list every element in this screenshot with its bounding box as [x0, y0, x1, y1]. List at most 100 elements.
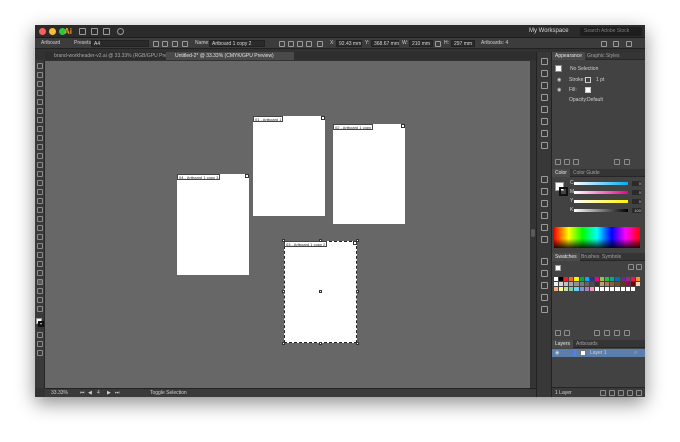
color-swatch[interactable]: [584, 287, 589, 291]
x-field[interactable]: 92.43 mm: [336, 40, 362, 47]
color-swatch[interactable]: [615, 277, 620, 281]
artboard-4[interactable]: 04 - Artboard 1 copy 3: [177, 174, 249, 275]
move-copy-artwork-icon[interactable]: [279, 41, 285, 47]
tab-brand-workheader[interactable]: brand-workheader-v2.ai @ 33.33% (RGB/GPU…: [45, 52, 179, 60]
color-swatch[interactable]: [584, 277, 589, 281]
layer-visibility-eye-icon[interactable]: ◉: [555, 350, 559, 356]
color-swatch[interactable]: [594, 287, 600, 291]
color-swatch[interactable]: [600, 277, 605, 281]
paintbrush-tool-icon[interactable]: [37, 144, 43, 150]
prev-page-icon[interactable]: ◀: [88, 390, 92, 396]
color-swatch[interactable]: [620, 287, 625, 291]
lasso-tool-icon[interactable]: [37, 90, 43, 96]
info-icon[interactable]: [541, 270, 548, 277]
artboard-1[interactable]: 01 - Artboard 1: [253, 116, 325, 216]
new-artboard-icon[interactable]: [172, 41, 178, 47]
color-swatch[interactable]: [554, 282, 559, 286]
hand-tool-icon[interactable]: [37, 297, 43, 303]
color-swatch[interactable]: [584, 282, 589, 286]
blend-tool-icon[interactable]: [37, 252, 43, 258]
cyan-value[interactable]: 0: [632, 181, 641, 186]
curvature-tool-icon[interactable]: [37, 108, 43, 114]
color-swatch[interactable]: [610, 277, 615, 281]
color-swatch[interactable]: [615, 282, 620, 286]
color-swatch[interactable]: [559, 277, 564, 281]
color-swatch[interactable]: [564, 282, 569, 286]
magenta-slider[interactable]: [574, 191, 628, 194]
artboard-options-icon[interactable]: [245, 174, 249, 178]
tab-color-guide[interactable]: Color Guide: [570, 169, 603, 177]
color-swatch[interactable]: [554, 287, 559, 291]
color-swatch[interactable]: [620, 282, 625, 286]
actions-icon[interactable]: [541, 282, 548, 289]
color-swatch[interactable]: [610, 282, 615, 286]
color-swatch[interactable]: [579, 287, 584, 291]
swatch-kinds-icon[interactable]: [564, 330, 570, 336]
minimize-window-button[interactable]: [49, 28, 56, 35]
artboard-name-field[interactable]: Artboard 1 copy 2: [209, 40, 265, 47]
color-swatch[interactable]: [564, 277, 569, 281]
slice-tool-icon[interactable]: [37, 288, 43, 294]
constrain-proportions-icon[interactable]: [435, 41, 441, 47]
brushes-icon[interactable]: [541, 176, 548, 183]
preset-select[interactable]: A4: [91, 40, 149, 47]
line-tool-icon[interactable]: [37, 126, 43, 132]
type-tool-icon[interactable]: [37, 117, 43, 123]
color-swatch[interactable]: [589, 287, 594, 291]
add-effect-icon[interactable]: [573, 159, 579, 165]
color-swatch[interactable]: [605, 277, 610, 281]
color-swatch[interactable]: [574, 277, 579, 281]
gpu-performance-icon[interactable]: [117, 28, 124, 35]
artboard-number[interactable]: 4: [97, 390, 100, 396]
rectangle-tool-icon[interactable]: [37, 135, 43, 141]
links-icon[interactable]: [541, 294, 548, 301]
character-icon[interactable]: [541, 212, 548, 219]
stroke-color-box[interactable]: [559, 187, 568, 196]
color-swatch[interactable]: [574, 282, 579, 286]
tab-color[interactable]: Color: [552, 169, 570, 177]
arrange-documents-icon[interactable]: [103, 28, 110, 35]
asset-export-icon[interactable]: [541, 306, 548, 313]
resize-handle-left[interactable]: [282, 290, 285, 293]
color-spectrum[interactable]: [554, 227, 640, 248]
reference-point-icon[interactable]: [317, 41, 323, 47]
mesh-tool-icon[interactable]: [37, 225, 43, 231]
direct-selection-tool-icon[interactable]: [37, 72, 43, 78]
width-field[interactable]: 210 mm: [409, 40, 433, 47]
color-swatch[interactable]: [559, 287, 564, 291]
grid-view-icon[interactable]: [636, 264, 642, 270]
delete-swatch-icon[interactable]: [624, 330, 630, 336]
scrollbar-thumb[interactable]: [531, 229, 535, 237]
tab-artboards[interactable]: Artboards: [573, 340, 601, 348]
layer-name[interactable]: Layer 1: [590, 350, 607, 356]
resize-handle-bottom[interactable]: [319, 342, 322, 345]
eraser-tool-icon[interactable]: [37, 162, 43, 168]
height-field[interactable]: 297 mm: [451, 40, 475, 47]
first-page-icon[interactable]: ⏮: [80, 390, 85, 396]
color-swatch[interactable]: [605, 287, 610, 291]
layer-target-icon[interactable]: ○: [634, 350, 637, 356]
scale-tool-icon[interactable]: [37, 180, 43, 186]
resize-handle-top-left[interactable]: [282, 239, 285, 242]
color-swatch[interactable]: [569, 277, 574, 281]
graphic-styles-icon[interactable]: [541, 200, 548, 207]
list-view-icon[interactable]: [628, 264, 634, 270]
show-video-safe-icon[interactable]: [306, 41, 312, 47]
color-swatch[interactable]: [569, 282, 574, 286]
color-swatch[interactable]: [600, 287, 605, 291]
rotate-tool-icon[interactable]: [37, 171, 43, 177]
color-swatch[interactable]: [630, 277, 635, 281]
panel-menu-icon[interactable]: [626, 41, 632, 47]
opentype-icon[interactable]: [541, 236, 548, 243]
artboard-3-selected[interactable]: 03 - Artboard 1 copy 2: [282, 239, 359, 345]
fill-color-chip[interactable]: [585, 87, 591, 93]
eyedropper-tool-icon[interactable]: [37, 243, 43, 249]
gradient-tool-icon[interactable]: [37, 234, 43, 240]
color-swatch[interactable]: [635, 282, 640, 286]
resize-handle-bottom-left[interactable]: [282, 342, 285, 345]
stroke-label[interactable]: Stroke:: [569, 77, 585, 83]
drawing-mode-icon[interactable]: [37, 341, 43, 347]
stock-icon[interactable]: [91, 28, 98, 35]
width-tool-icon[interactable]: [37, 189, 43, 195]
selection-tool-icon[interactable]: [37, 63, 43, 69]
